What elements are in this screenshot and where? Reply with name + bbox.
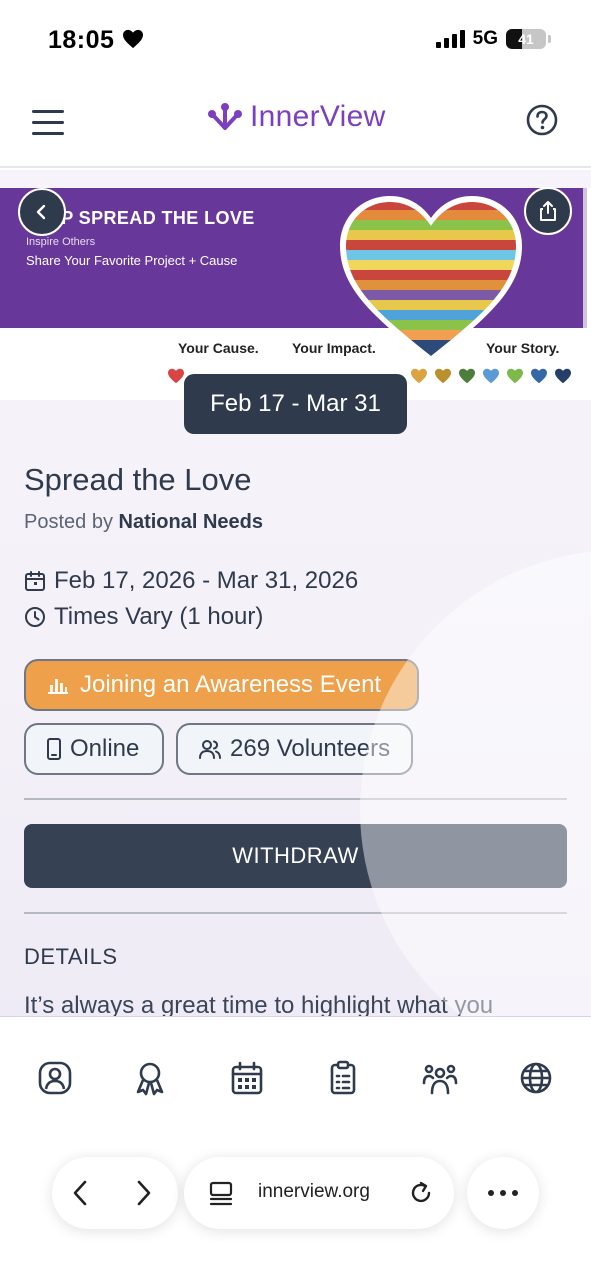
users-icon: [199, 740, 221, 759]
category-badge: Joining an Awareness Event: [24, 659, 419, 711]
details-heading: DETAILS: [24, 944, 118, 969]
small-hearts-row: [410, 368, 572, 384]
banner-tag-cause: Your Cause.: [178, 340, 259, 356]
event-time: Times Vary (1 hour): [54, 603, 264, 630]
banner-tag-impact: Your Impact.: [292, 340, 376, 356]
event-banner-image: HELP SPREAD THE LOVE Inspire Others Shar…: [0, 188, 591, 400]
url-text: innerview.org: [258, 1181, 370, 1202]
event-date-range: Feb 17, 2026 - Mar 31, 2026: [54, 567, 359, 594]
address-bar[interactable]: innerview.org: [184, 1157, 454, 1229]
reload-icon[interactable]: [408, 1180, 434, 1206]
award-icon[interactable]: [131, 1059, 169, 1097]
organizer-name[interactable]: National Needs: [119, 511, 263, 533]
status-bar: 18:05 5G 41: [0, 0, 591, 80]
withdraw-button[interactable]: WITHDRAW: [24, 824, 567, 888]
location-label: Online: [70, 735, 140, 762]
browser-nav-controls: [52, 1157, 178, 1229]
banner-tag-story: Your Story.: [486, 340, 560, 356]
date-chip: Feb 17 - Mar 31: [184, 374, 407, 434]
banner-subtitle: Inspire Others: [26, 236, 96, 248]
status-indicators: 5G 41: [435, 28, 551, 50]
location-pill: Online: [24, 723, 164, 775]
bottom-tab-bar: innerview.org: [0, 1016, 591, 1280]
heart-icon: [123, 29, 143, 49]
battery-icon: 41: [506, 29, 546, 49]
divider: [24, 798, 567, 800]
chevron-left-icon: [36, 204, 46, 220]
calendar-icon: [25, 571, 45, 591]
back-button[interactable]: [18, 188, 66, 236]
details-text: It’s always a great time to highlight wh…: [24, 992, 494, 1016]
globe-icon[interactable]: [517, 1059, 555, 1097]
menu-button[interactable]: [32, 110, 64, 136]
innerview-logo-icon: [208, 103, 242, 130]
clipboard-icon[interactable]: [324, 1059, 362, 1097]
awareness-icon: [48, 679, 68, 694]
network-label: 5G: [472, 28, 498, 49]
more-button[interactable]: [467, 1157, 539, 1229]
battery-level: 41: [518, 31, 534, 47]
more-dots-icon: [488, 1190, 518, 1196]
event-title: Spread the Love: [24, 462, 252, 497]
profile-icon[interactable]: [36, 1059, 74, 1097]
volunteers-pill[interactable]: 269 Volunteers: [176, 723, 413, 775]
status-time: 18:05: [48, 26, 115, 54]
category-label: Joining an Awareness Event: [80, 671, 382, 698]
banner-scrollbar: [583, 188, 587, 328]
browser-back-icon[interactable]: [70, 1179, 92, 1207]
brand-logo[interactable]: InnerView: [206, 100, 386, 134]
browser-forward-icon[interactable]: [132, 1179, 154, 1207]
banner-tagline: Share Your Favorite Project + Cause: [26, 253, 238, 268]
divider: [24, 912, 567, 914]
phone-icon: [47, 738, 61, 760]
share-icon: [540, 201, 556, 221]
calendar-icon[interactable]: [228, 1059, 266, 1097]
event-time-row: Times Vary (1 hour): [24, 603, 263, 631]
event-content[interactable]: HELP SPREAD THE LOVE Inspire Others Shar…: [0, 170, 591, 1016]
app-header: InnerView: [0, 80, 591, 168]
clock-icon: [25, 607, 45, 627]
rainbow-heart-icon: [340, 196, 522, 362]
brand-name: InnerView: [250, 100, 386, 133]
posted-by: Posted by National Needs: [24, 511, 263, 534]
help-circle-icon[interactable]: [526, 104, 558, 136]
signal-icon: [435, 30, 465, 48]
share-button[interactable]: [524, 187, 572, 235]
small-heart-icon: [168, 368, 184, 384]
community-icon[interactable]: [421, 1059, 459, 1097]
reader-icon[interactable]: [208, 1181, 234, 1207]
event-date-row: Feb 17, 2026 - Mar 31, 2026: [24, 567, 358, 595]
volunteers-count: 269 Volunteers: [230, 735, 391, 762]
posted-prefix: Posted by: [24, 511, 113, 533]
